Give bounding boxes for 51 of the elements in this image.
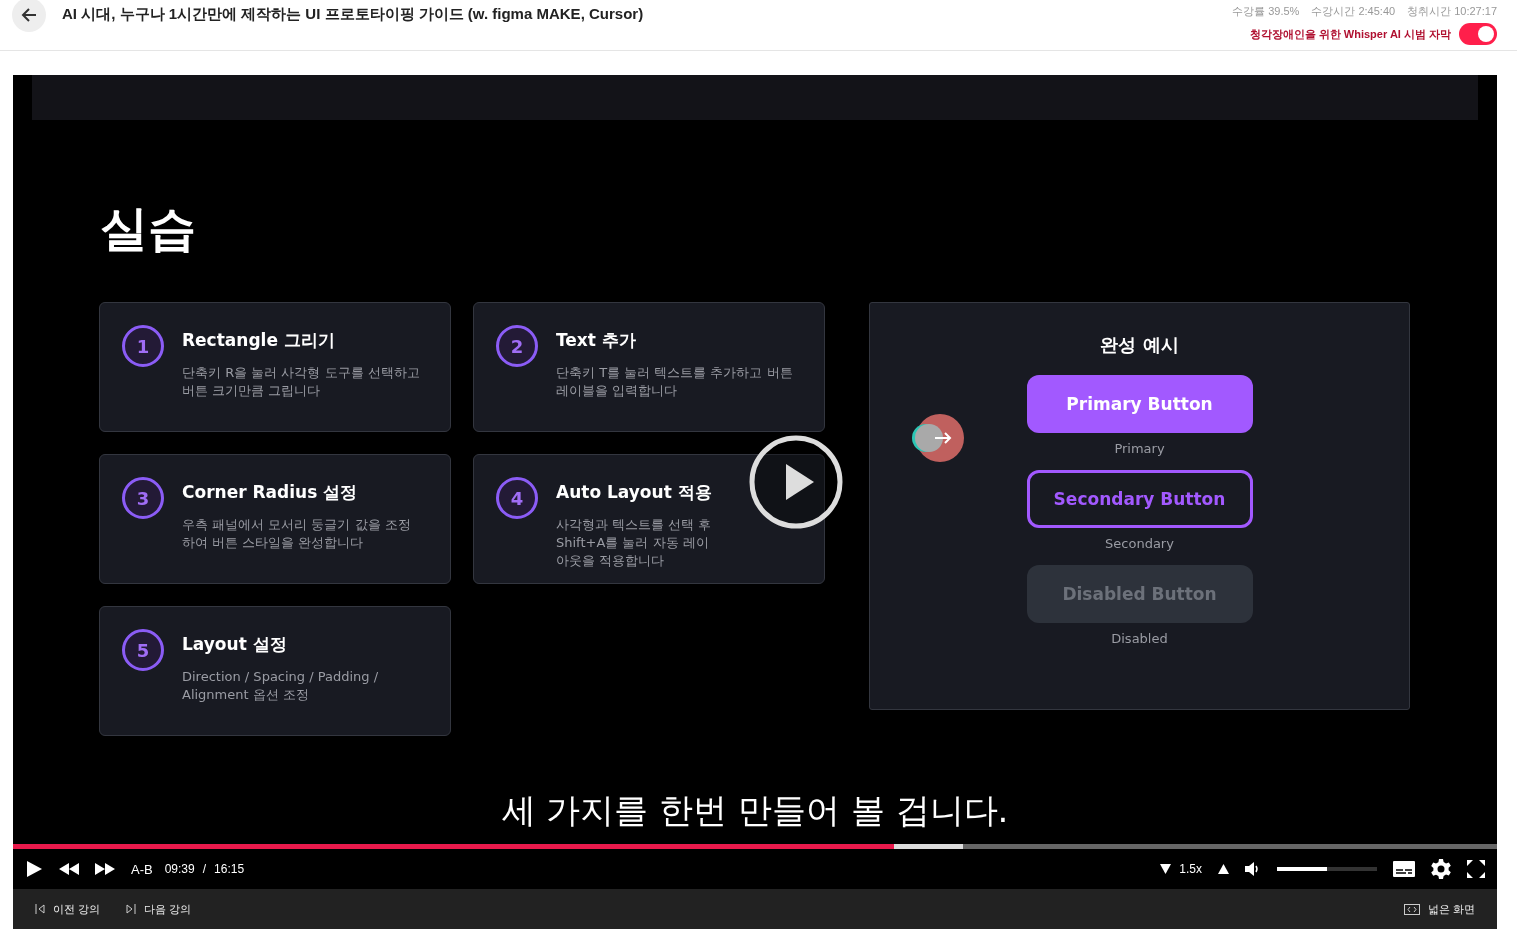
example-caption: Disabled: [1111, 631, 1168, 646]
volume-slider[interactable]: [1277, 867, 1377, 871]
seek-bar[interactable]: [13, 844, 1497, 849]
play-icon[interactable]: [748, 434, 844, 530]
volume-icon[interactable]: [1245, 862, 1261, 876]
ab-repeat-button[interactable]: A-B: [131, 861, 153, 877]
fast-forward-icon[interactable]: [95, 863, 115, 875]
playback-speed: 1.5x: [1179, 862, 1202, 876]
subtitle-toggle-label: 청각장애인을 위한 Whisper AI 시범 자막: [1249, 26, 1451, 42]
stat-text: 수강시간 2:45:40: [1311, 5, 1396, 17]
wide-screen-icon: [1403, 903, 1420, 915]
lecture-title: AI 시대, 누구나 1시간만에 제작하는 UI 프로토타이핑 가이드 (w. figma MAKE, Cursor): [62, 4, 645, 24]
slide-title: 실습: [100, 199, 197, 258]
step-title: Rectangle 그리기: [182, 329, 336, 352]
fullscreen-icon[interactable]: [1467, 860, 1485, 878]
step-number: 2: [496, 325, 538, 367]
example-title: 완성 예시: [1100, 333, 1179, 357]
previous-lecture-button[interactable]: 이전 강의: [35, 901, 101, 917]
example-caption: Secondary: [1105, 536, 1174, 551]
video-caption: 세 가지를 한번 만들어 볼 겁니다.: [500, 789, 1010, 832]
step-description: 사각형과 텍스트를 선택 후 Shift+A를 눌러 자동 레이아웃을 적용합니다: [556, 516, 713, 570]
step-number: 1: [122, 325, 164, 367]
speed-down-icon[interactable]: [1160, 864, 1172, 874]
example-caption: Primary: [1114, 441, 1165, 456]
step-description: 우측 패널에서 모서리 둥글기 값을 조정하여 버튼 스타일을 완성합니다: [182, 516, 412, 552]
skip-forward-icon: [126, 904, 137, 914]
step-description: 단축키 R을 눌러 사각형 도구를 선택하고 버튼 크기만큼 그립니다: [182, 364, 421, 400]
stat-text: 청취시간 10:27:17: [1407, 5, 1497, 17]
subtitle-toggle[interactable]: [1459, 23, 1497, 45]
step-title: Text 추가: [556, 329, 637, 352]
settings-icon[interactable]: [1431, 859, 1451, 879]
step-number: 4: [496, 477, 538, 519]
subtitles-icon[interactable]: [1393, 861, 1415, 877]
speed-up-icon[interactable]: [1218, 864, 1229, 874]
current-time: 09:39: [164, 862, 195, 876]
stat-text: 수강률 39.5%: [1232, 5, 1300, 17]
step-number: 3: [122, 477, 164, 519]
duration: 16:15: [214, 862, 245, 876]
cursor-icon: [910, 413, 966, 463]
wide-screen-button[interactable]: 넓은 화면: [1403, 901, 1475, 917]
step-description: 단축키 T를 눌러 텍스트를 추가하고 버튼 레이블을 입력합니다: [556, 364, 794, 400]
next-lecture-button[interactable]: 다음 강의: [126, 901, 192, 917]
play-icon[interactable]: [25, 860, 43, 878]
skip-back-icon: [35, 904, 45, 914]
step-title: Layout 설정: [182, 633, 288, 656]
rewind-icon[interactable]: [59, 863, 79, 875]
step-title: Auto Layout 적용: [556, 481, 713, 504]
time-separator: /: [202, 862, 207, 876]
step-title: Corner Radius 설정: [182, 481, 359, 504]
step-description: Direction / Spacing / Padding / Alignment 옵션 조정: [182, 668, 380, 704]
step-number: 5: [122, 629, 164, 671]
